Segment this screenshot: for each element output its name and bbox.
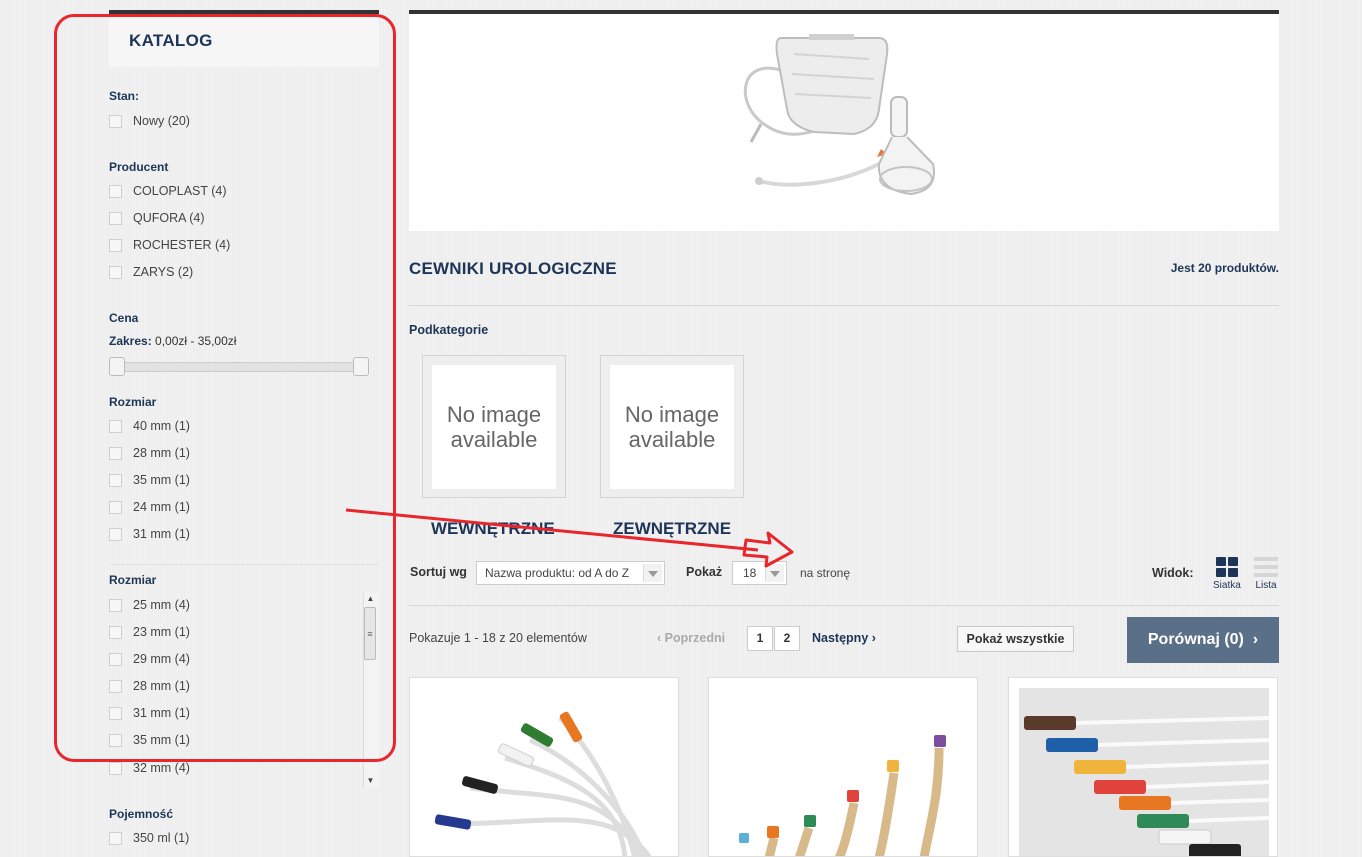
annotation-highlight-box — [54, 14, 396, 762]
filter-option[interactable]: 35 mm (1) — [109, 472, 190, 488]
checkbox[interactable] — [109, 446, 122, 460]
subcategories-heading: Podkategorie — [409, 323, 489, 337]
checkbox[interactable] — [109, 733, 122, 747]
next-page-button[interactable]: Następny › — [812, 631, 876, 645]
product-card[interactable] — [708, 677, 978, 857]
filter-option[interactable]: 29 mm (4) — [109, 651, 190, 667]
view-list-button[interactable]: Lista — [1254, 557, 1278, 591]
filter-option[interactable]: 31 mm (1) — [109, 705, 190, 721]
per-page-label: na stronę — [800, 566, 851, 580]
sidebar-title: KATALOG — [129, 31, 213, 50]
subcategory-image-internal[interactable]: No image available — [422, 355, 566, 498]
show-all-button[interactable]: Pokaż wszystkie — [957, 626, 1074, 652]
price-slider-track[interactable] — [113, 362, 369, 372]
checkbox[interactable] — [109, 527, 122, 541]
page-button-2[interactable]: 2 — [774, 626, 800, 651]
category-title: CEWNIKI UROLOGICZNE — [409, 259, 617, 278]
urology-products-illustration — [743, 34, 935, 196]
price-slider-max-handle[interactable] — [353, 357, 369, 376]
divider — [109, 564, 379, 565]
checkbox[interactable] — [109, 184, 122, 198]
checkbox[interactable] — [109, 500, 122, 514]
checkbox[interactable] — [109, 679, 122, 693]
filter-option[interactable]: 24 mm (1) — [109, 499, 190, 515]
page-button-1[interactable]: 1 — [747, 626, 773, 651]
sort-select[interactable]: Nazwa produktu: od A do Z — [476, 561, 665, 585]
filter-option[interactable]: 32 mm (4) — [109, 760, 190, 776]
filter-group-title-condition: Stan: — [109, 89, 139, 103]
checkbox[interactable] — [109, 625, 122, 639]
nelaton-catheters-product-image — [1019, 688, 1270, 856]
filter-option[interactable]: 35 mm (1) — [109, 732, 190, 748]
divider — [409, 605, 1279, 606]
scrollbar-thumb[interactable]: ≡ — [364, 607, 376, 660]
filter-option[interactable]: ZARYS (2) — [109, 264, 193, 280]
filter-group-title-size: Rozmiar — [109, 395, 157, 409]
product-card[interactable] — [409, 677, 679, 857]
checkbox[interactable] — [109, 652, 122, 666]
chevron-left-icon: ‹ — [657, 631, 665, 645]
filter-option[interactable]: 28 mm (1) — [109, 445, 190, 461]
filter-option[interactable]: ROCHESTER (4) — [109, 237, 230, 253]
price-slider-min-handle[interactable] — [109, 357, 125, 376]
filter-option[interactable]: COLOPLAST (4) — [109, 183, 227, 199]
checkbox[interactable] — [109, 831, 122, 845]
chevron-down-icon — [765, 564, 784, 582]
view-label: Widok: — [1152, 566, 1194, 580]
filter-option[interactable]: 350 ml (1) — [109, 830, 189, 846]
per-page-select[interactable]: 18 — [732, 561, 787, 585]
grid-icon — [1215, 557, 1238, 577]
price-range: Zakres: 0,00zł - 35,00zł — [109, 334, 237, 348]
filter-group-title-capacity: Pojemność — [109, 807, 174, 821]
filter-option[interactable]: 31 mm (1) — [109, 526, 190, 542]
subcategory-image-external[interactable]: No image available — [600, 355, 744, 498]
foley-catheter-product-image — [739, 735, 946, 856]
sort-label: Sortuj wg — [410, 565, 467, 579]
filter-group-title-size-2: Rozmiar — [109, 573, 157, 587]
checkbox[interactable] — [109, 473, 122, 487]
category-banner-image — [409, 14, 1279, 231]
checkbox[interactable] — [109, 419, 122, 433]
filter-option[interactable]: 25 mm (4) — [109, 597, 190, 613]
divider — [409, 305, 1279, 306]
filter-option[interactable]: 28 mm (1) — [109, 678, 190, 694]
filter-option[interactable]: QUFORA (4) — [109, 210, 205, 226]
filter-group-title-price: Cena — [109, 311, 139, 325]
checkbox[interactable] — [109, 211, 122, 225]
no-image-placeholder: No image available — [610, 365, 734, 489]
list-icon — [1254, 557, 1278, 577]
scroll-down-arrow-icon[interactable]: ▼ — [363, 775, 378, 787]
filter-option[interactable]: 40 mm (1) — [109, 418, 190, 434]
checkbox[interactable] — [109, 114, 122, 128]
chevron-down-icon — [643, 564, 662, 582]
catheter-product-image — [434, 711, 652, 856]
previous-page-button: ‹ Poprzedni — [657, 631, 726, 645]
view-grid-button[interactable]: Siatka — [1213, 557, 1241, 591]
product-card[interactable] — [1008, 677, 1278, 857]
no-image-placeholder: No image available — [432, 365, 556, 489]
scroll-up-arrow-icon[interactable]: ▲ — [363, 593, 378, 605]
subcategory-link-internal[interactable]: WEWNĘTRZNE — [431, 519, 555, 539]
show-label: Pokaż — [686, 565, 723, 579]
filter-option[interactable]: Nowy (20) — [109, 113, 190, 129]
showing-count: Pokazuje 1 - 18 z 20 elementów — [409, 631, 587, 645]
product-count: Jest 20 produktów. — [1170, 261, 1279, 275]
checkbox[interactable] — [109, 238, 122, 252]
filter-group-title-manufacturer: Producent — [109, 160, 169, 174]
checkbox[interactable] — [109, 598, 122, 612]
chevron-right-icon: › — [868, 631, 876, 645]
checkbox[interactable] — [109, 706, 122, 720]
checkbox[interactable] — [109, 265, 122, 279]
subcategory-link-external[interactable]: ZEWNĘTRZNE — [613, 519, 731, 539]
chevron-right-icon: › — [1243, 631, 1259, 648]
checkbox[interactable] — [109, 761, 122, 775]
compare-button[interactable]: Porównaj (0) › — [1127, 617, 1279, 663]
filter-option[interactable]: 23 mm (1) — [109, 624, 190, 640]
